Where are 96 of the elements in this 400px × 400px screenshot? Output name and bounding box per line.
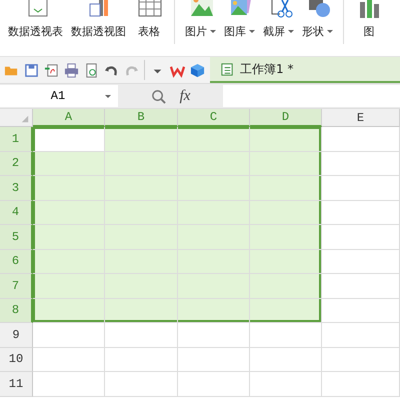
grid-cell[interactable] <box>250 176 322 200</box>
caret-icon <box>327 30 333 33</box>
row-header[interactable]: 5 <box>0 225 33 250</box>
grid-cell[interactable] <box>105 225 178 250</box>
ribbon-button[interactable]: 数据透视表 <box>6 0 65 39</box>
grid-cell[interactable] <box>250 250 322 274</box>
caret-icon <box>104 92 112 100</box>
row-header[interactable]: 3 <box>0 176 33 200</box>
row-header[interactable]: 2 <box>0 152 33 176</box>
grid-cell[interactable] <box>178 372 250 396</box>
spreadsheet-icon <box>220 62 235 76</box>
grid-cell[interactable] <box>322 152 400 176</box>
grid-cell[interactable] <box>322 127 400 152</box>
grid-cell[interactable] <box>105 274 178 298</box>
column-header[interactable]: E <box>322 109 400 127</box>
grid-cell[interactable] <box>322 250 400 274</box>
column-header[interactable]: D <box>250 109 322 127</box>
grid-cell[interactable] <box>178 225 250 250</box>
grid-cell[interactable] <box>250 127 322 152</box>
grid-cell[interactable] <box>105 323 178 348</box>
grid-cell[interactable] <box>33 274 105 298</box>
grid-cell[interactable] <box>178 176 250 200</box>
grid-cell[interactable] <box>178 274 250 298</box>
grid-cell[interactable] <box>178 127 250 152</box>
grid-cell[interactable] <box>322 372 400 396</box>
grid-cell[interactable] <box>105 200 178 225</box>
function-button[interactable]: fx <box>180 88 190 104</box>
grid-cell[interactable] <box>322 323 400 348</box>
grid-cell[interactable] <box>178 298 250 323</box>
grid-cell[interactable] <box>322 200 400 225</box>
grid-cell[interactable] <box>105 298 178 323</box>
grid-cell[interactable] <box>322 298 400 323</box>
row-header[interactable]: 4 <box>0 200 33 225</box>
grid-cell[interactable] <box>33 225 105 250</box>
print-icon[interactable] <box>64 62 79 78</box>
grid-cell[interactable] <box>105 372 178 396</box>
grid-cell[interactable] <box>322 225 400 250</box>
document-tab[interactable]: 工作簿1 * <box>210 57 400 83</box>
save-icon[interactable] <box>24 62 39 78</box>
grid-cell[interactable] <box>250 200 322 225</box>
row-header[interactable]: 10 <box>0 348 33 372</box>
row-header[interactable]: 9 <box>0 323 33 348</box>
grid-cell[interactable] <box>33 323 105 348</box>
grid-cell[interactable] <box>178 348 250 372</box>
row-header[interactable]: 1 <box>0 127 33 152</box>
ribbon-button[interactable]: 图 <box>352 0 386 39</box>
caret-icon <box>288 30 294 33</box>
grid-cell[interactable] <box>105 176 178 200</box>
grid-cell[interactable] <box>178 152 250 176</box>
grid-cell[interactable] <box>33 127 105 152</box>
grid-cell[interactable] <box>250 372 322 396</box>
zoom-icon[interactable] <box>150 88 166 104</box>
grid-cell[interactable] <box>178 250 250 274</box>
grid-cell[interactable] <box>33 372 105 396</box>
row-header[interactable]: 11 <box>0 372 33 396</box>
grid-cell[interactable] <box>322 348 400 372</box>
grid-cell[interactable] <box>250 274 322 298</box>
grid-cell[interactable] <box>250 152 322 176</box>
ribbon-button[interactable]: 数据透视图 <box>69 0 128 39</box>
grid-cell[interactable] <box>250 348 322 372</box>
grid-cell[interactable] <box>322 176 400 200</box>
grid-cell[interactable] <box>33 200 105 225</box>
grid-cell[interactable] <box>33 250 105 274</box>
row-header[interactable]: 8 <box>0 298 33 323</box>
grid-cell[interactable] <box>33 348 105 372</box>
column-header[interactable]: A <box>33 109 105 127</box>
column-header[interactable]: B <box>105 109 178 127</box>
row-header[interactable]: 7 <box>0 274 33 298</box>
column-header[interactable]: C <box>178 109 250 127</box>
grid-cell[interactable] <box>33 298 105 323</box>
ribbon-button[interactable]: 形状 <box>300 0 335 39</box>
grid-cell[interactable] <box>105 348 178 372</box>
print-preview-icon[interactable] <box>84 62 99 78</box>
grid-cell[interactable] <box>105 127 178 152</box>
grid-cell[interactable] <box>105 250 178 274</box>
caret-icon <box>249 30 255 33</box>
ribbon-button[interactable]: 表格 <box>132 0 166 39</box>
grid-cell[interactable] <box>250 225 322 250</box>
grid-cell[interactable] <box>178 200 250 225</box>
grid-cell[interactable] <box>105 152 178 176</box>
ribbon-button[interactable]: 截屏 <box>261 0 296 39</box>
grid-cell[interactable] <box>33 176 105 200</box>
grid-cell[interactable] <box>33 152 105 176</box>
export-icon[interactable] <box>44 62 59 78</box>
row-header[interactable]: 6 <box>0 250 33 274</box>
grid-cell[interactable] <box>250 323 322 348</box>
caret-icon <box>210 30 216 33</box>
select-all-icon[interactable] <box>21 115 29 123</box>
grid-cell[interactable] <box>250 298 322 323</box>
name-box[interactable]: A1 <box>0 85 118 107</box>
grid-cell[interactable] <box>322 274 400 298</box>
formula-input[interactable] <box>223 85 400 107</box>
ribbon-button[interactable]: 图库 <box>222 0 257 39</box>
ribbon-button[interactable]: 图片 <box>183 0 218 39</box>
grid-cell[interactable] <box>178 323 250 348</box>
cube-icon[interactable] <box>190 62 205 78</box>
